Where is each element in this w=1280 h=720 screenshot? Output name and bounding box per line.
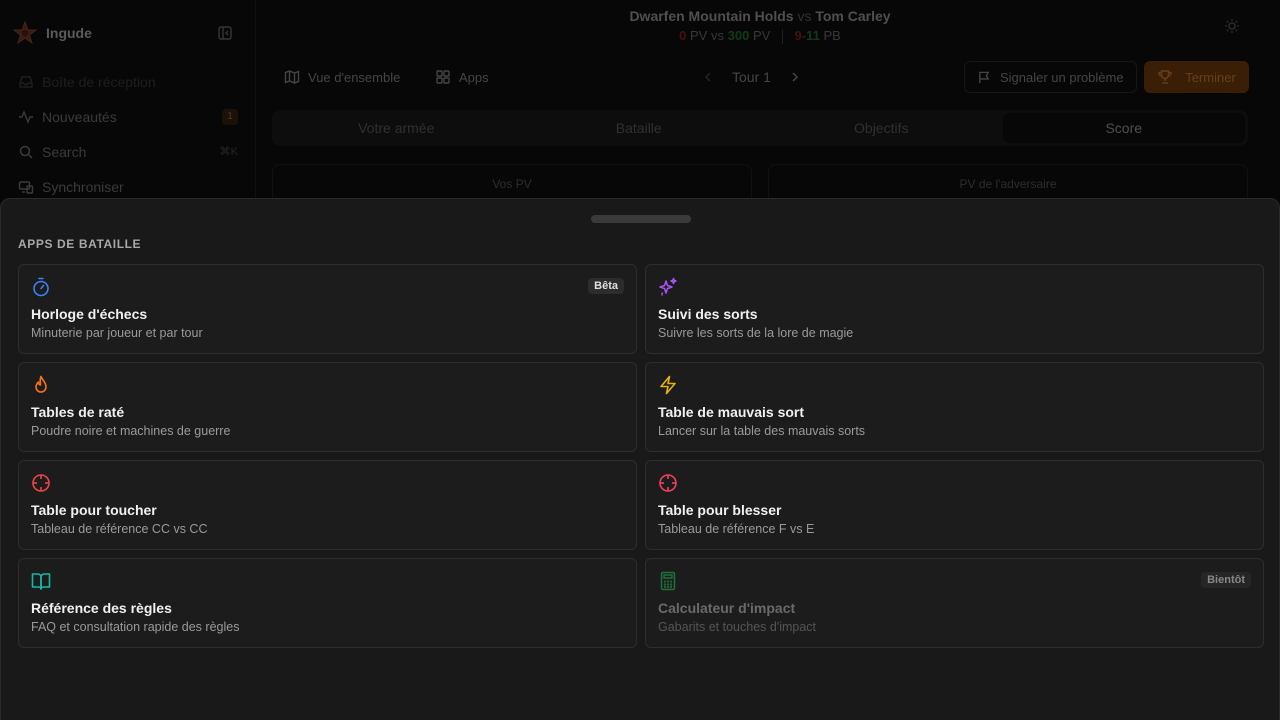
- sheet-title: APPS DE BATAILLE: [18, 237, 142, 251]
- app-card-miscast-table[interactable]: Table de mauvais sort Lancer sur la tabl…: [645, 362, 1264, 452]
- app-description: Minuterie par joueur et par tour: [31, 326, 203, 340]
- app-description: Lancer sur la table des mauvais sorts: [658, 424, 866, 438]
- app-description: Tableau de référence F vs E: [658, 522, 815, 536]
- app-title: Table pour blesser: [658, 502, 782, 518]
- app-root: Ingude Boîte de réception Nouveautés 1 S…: [0, 0, 1280, 720]
- app-description: Poudre noire et machines de guerre: [31, 424, 231, 438]
- app-title: Suivi des sorts: [658, 306, 758, 322]
- zap-icon: [660, 375, 676, 395]
- book-open-icon: [31, 573, 51, 590]
- drag-handle[interactable]: [591, 215, 691, 223]
- timer-icon: [33, 277, 49, 297]
- app-title: Référence des règles: [31, 600, 172, 616]
- crosshair-icon: [659, 474, 677, 492]
- app-card-rules-reference[interactable]: Référence des règles FAQ et consultation…: [18, 558, 637, 648]
- battle-apps-sheet: APPS DE BATAILLE Bêta Horloge d'échecs M…: [0, 198, 1280, 720]
- app-title: Table pour toucher: [31, 502, 157, 518]
- calculator-icon: [660, 571, 676, 591]
- app-title: Horloge d'échecs: [31, 306, 148, 322]
- app-card-chess-clock[interactable]: Bêta Horloge d'échecs Minuterie par joue…: [18, 264, 637, 354]
- app-card-to-wound-table[interactable]: Table pour blesser Tableau de référence …: [645, 460, 1264, 550]
- beta-badge: Bêta: [588, 278, 624, 294]
- app-title: Table de mauvais sort: [658, 404, 805, 420]
- app-description: Tableau de référence CC vs CC: [31, 522, 208, 536]
- crosshair-icon: [32, 474, 50, 492]
- flame-icon: [35, 375, 47, 393]
- app-title: Calculateur d'impact: [658, 600, 796, 616]
- app-description: Suivre les sorts de la lore de magie: [658, 326, 854, 340]
- sparkles-icon: [659, 277, 677, 296]
- app-card-impact-calculator: Bientôt Calculateur d'impact Gabarits et…: [645, 558, 1264, 648]
- app-title: Tables de raté: [31, 404, 125, 420]
- app-description: FAQ et consultation rapide des règles: [31, 620, 240, 634]
- coming-soon-badge: Bientôt: [1201, 572, 1251, 588]
- apps-grid: Bêta Horloge d'échecs Minuterie par joue…: [18, 264, 1264, 648]
- app-card-to-hit-table[interactable]: Table pour toucher Tableau de référence …: [18, 460, 637, 550]
- app-card-spell-tracker[interactable]: Suivi des sorts Suivre les sorts de la l…: [645, 264, 1264, 354]
- app-card-misfire-tables[interactable]: Tables de raté Poudre noire et machines …: [18, 362, 637, 452]
- app-description: Gabarits et touches d'impact: [658, 620, 817, 634]
